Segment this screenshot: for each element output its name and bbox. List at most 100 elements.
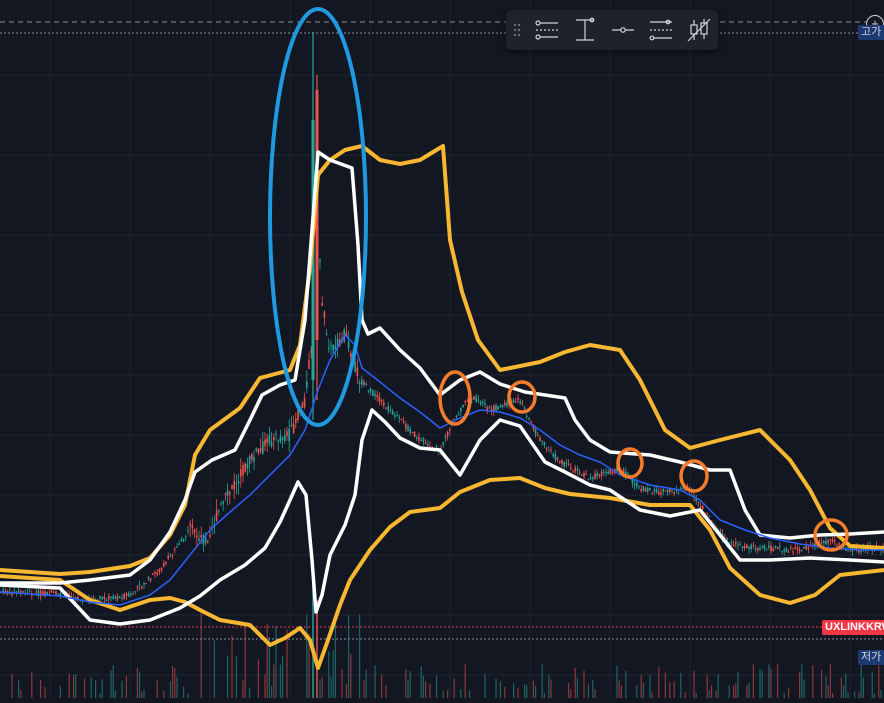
candle-body bbox=[182, 539, 185, 542]
candle-body bbox=[563, 461, 565, 467]
candle-body bbox=[732, 544, 735, 547]
volume-bar bbox=[695, 693, 697, 698]
volume-bar bbox=[880, 690, 882, 698]
volume-bar bbox=[862, 677, 864, 698]
volume-bar bbox=[827, 685, 829, 698]
candle-body bbox=[424, 442, 427, 445]
candle-body bbox=[640, 488, 642, 492]
candle-body bbox=[233, 480, 235, 490]
volume-bar bbox=[334, 623, 336, 698]
volume-bar bbox=[249, 687, 251, 698]
volume-bar bbox=[136, 667, 138, 698]
candle-body bbox=[306, 381, 308, 388]
candle-body bbox=[583, 472, 585, 478]
spike-volume-bar bbox=[316, 600, 318, 698]
candle-body bbox=[332, 344, 334, 351]
volume-bar bbox=[200, 610, 202, 698]
volume-bar bbox=[429, 683, 431, 698]
volume-bar bbox=[812, 665, 814, 698]
candle-body bbox=[457, 414, 460, 416]
candle-body bbox=[187, 529, 189, 531]
volume-bar bbox=[748, 682, 750, 698]
candle-body bbox=[429, 445, 431, 447]
volume-bar bbox=[332, 649, 334, 698]
candle-body bbox=[501, 405, 504, 408]
volume-bar bbox=[759, 669, 761, 698]
horizontal-ray-settings-icon[interactable] bbox=[528, 10, 566, 50]
symbol-price-tag: UXLINKKRW bbox=[822, 620, 884, 635]
volume-bar bbox=[213, 640, 215, 698]
volume-bar bbox=[532, 680, 534, 698]
candle-body bbox=[231, 485, 233, 489]
volume-bar bbox=[75, 674, 77, 698]
candle-body bbox=[702, 506, 704, 510]
candle-body bbox=[398, 417, 400, 419]
candle-body bbox=[145, 583, 147, 585]
volume-bar bbox=[319, 680, 321, 698]
candle-body bbox=[662, 489, 664, 492]
candle-body bbox=[605, 471, 607, 474]
price-chart-canvas[interactable] bbox=[0, 0, 884, 698]
volume-bar bbox=[460, 689, 462, 698]
volume-bar bbox=[163, 690, 165, 698]
candle-body bbox=[596, 472, 598, 477]
candle-body bbox=[512, 399, 515, 403]
candle-body bbox=[28, 591, 31, 593]
candle-body bbox=[647, 487, 649, 492]
candle-body bbox=[589, 477, 592, 479]
breakout-circle bbox=[438, 370, 472, 426]
candle-body bbox=[53, 592, 55, 594]
candle-body bbox=[281, 437, 284, 440]
candle-body bbox=[664, 490, 667, 492]
candle-body bbox=[321, 303, 323, 306]
candle-body bbox=[207, 540, 209, 542]
candle-body bbox=[677, 492, 680, 494]
volume-bar bbox=[18, 679, 20, 698]
volume-bar bbox=[783, 692, 785, 698]
volume-bar bbox=[843, 685, 845, 698]
candle-body bbox=[488, 407, 491, 409]
candle-body bbox=[380, 400, 383, 402]
candle-body bbox=[735, 542, 737, 545]
candle-body bbox=[57, 593, 59, 595]
candle-body bbox=[539, 437, 541, 441]
volume-bar bbox=[858, 692, 860, 698]
candle-body bbox=[59, 593, 62, 596]
volume-bar bbox=[770, 668, 772, 698]
candle-body bbox=[279, 436, 282, 442]
candle-body bbox=[653, 489, 656, 492]
candle-body bbox=[444, 436, 447, 439]
candle-body bbox=[587, 478, 590, 480]
candle-body bbox=[671, 490, 673, 492]
horizontal-line-icon[interactable] bbox=[604, 10, 642, 50]
candle-body bbox=[99, 596, 101, 599]
volume-bar bbox=[847, 691, 849, 698]
volume-bar bbox=[183, 686, 185, 698]
chart-area[interactable]: + 고가 UXLINKKRW 저가 bbox=[0, 0, 884, 698]
candle-body bbox=[215, 510, 218, 521]
candle-body bbox=[644, 487, 647, 492]
candle-body bbox=[268, 434, 271, 444]
parallel-lines-icon[interactable] bbox=[642, 10, 680, 50]
volume-bar bbox=[90, 676, 92, 698]
candle-body bbox=[798, 549, 801, 552]
drag-handle-icon[interactable] bbox=[506, 10, 528, 50]
candle-body bbox=[125, 593, 128, 596]
volume-bar bbox=[110, 670, 112, 698]
candle-body bbox=[363, 381, 365, 385]
volume-bar bbox=[616, 665, 618, 698]
volume-bar bbox=[570, 689, 572, 698]
candle-body bbox=[741, 546, 744, 548]
volume-bar bbox=[737, 671, 739, 698]
volume-bar bbox=[275, 626, 277, 698]
candle-body bbox=[550, 449, 552, 451]
candle-body bbox=[367, 390, 370, 392]
candle-body bbox=[792, 551, 794, 553]
candle-body bbox=[224, 493, 227, 495]
candle-body bbox=[358, 382, 361, 385]
price-range-icon[interactable] bbox=[566, 10, 604, 50]
volume-bar bbox=[711, 685, 713, 698]
candle-body bbox=[286, 431, 288, 436]
candlestick-icon[interactable] bbox=[680, 10, 718, 50]
volume-bar bbox=[112, 665, 114, 698]
